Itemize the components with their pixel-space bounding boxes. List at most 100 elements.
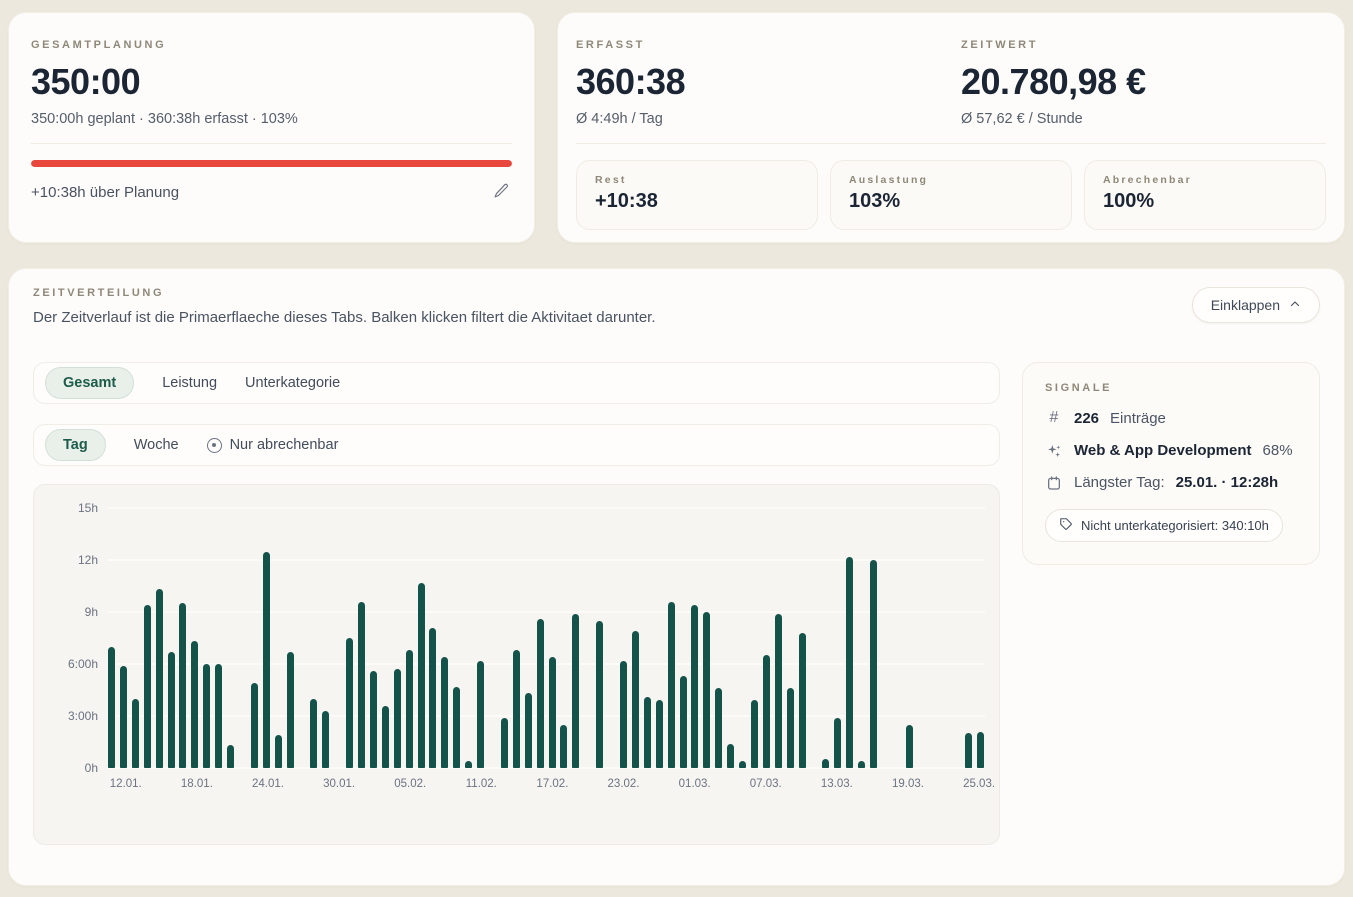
chart-bar[interactable] [429, 627, 437, 768]
tag-icon [1059, 517, 1073, 534]
chart-bar[interactable] [286, 651, 294, 768]
chart-bar[interactable] [619, 660, 627, 768]
chart-bar[interactable] [155, 589, 163, 768]
stat-label: Abrechenbar [1103, 174, 1192, 186]
chevron-up-icon [1289, 297, 1301, 313]
bars-area: 12.01. 18.01. 24.01. 30.01. 05.02. 11.02. 17.0… [108, 508, 995, 790]
chart-bar[interactable] [358, 601, 366, 768]
chart-bar[interactable] [500, 717, 508, 768]
chart-bar[interactable] [631, 631, 639, 768]
chart-bar[interactable] [750, 700, 758, 768]
chart-bar[interactable] [870, 560, 877, 768]
chart-bar[interactable] [762, 655, 770, 768]
y-axis-label: 0h [84, 761, 98, 775]
chart-bar[interactable] [381, 705, 389, 768]
calendar-icon [1045, 475, 1063, 491]
x-axis-label: 01.03. [678, 778, 711, 790]
chart-bar[interactable] [191, 641, 199, 768]
time-distribution-chart: 0h 3:00h 6:00h 9h 12h 15h 12.01. 18.01. 24.01. 30… [33, 484, 1000, 845]
bar-chart-plot: 0h 3:00h 6:00h 9h 12h 15h 12.01. 18.01. 24.01. 30… [68, 501, 995, 790]
chart-bar[interactable] [905, 724, 913, 768]
divider [31, 143, 512, 144]
chart-bar[interactable] [393, 669, 401, 768]
chart-bar[interactable] [417, 582, 425, 768]
billable-only-toggle[interactable]: Nur abrechenbar [206, 437, 338, 453]
granularity-tab-row: Tag Woche Nur abrechenbar [33, 424, 1000, 466]
y-axis-label: 12h [77, 553, 98, 567]
chart-bar[interactable] [536, 618, 544, 768]
chart-bar[interactable] [131, 698, 139, 768]
chart-bar[interactable] [346, 638, 354, 768]
chart-bar[interactable] [274, 735, 282, 768]
chart-bar[interactable] [453, 686, 461, 768]
chart-bar[interactable] [369, 670, 377, 768]
sparkles-icon [1045, 443, 1063, 459]
chart-bar[interactable] [798, 632, 806, 768]
distribution-label: Zeitverteilung [33, 287, 165, 299]
chart-bar[interactable] [679, 676, 687, 768]
chart-bar[interactable] [477, 660, 485, 768]
edit-planning-button[interactable] [491, 180, 512, 204]
chart-bar[interactable] [405, 650, 413, 768]
chart-bar[interactable] [227, 745, 235, 768]
chart-bar[interactable] [643, 696, 651, 768]
chart-bar[interactable] [310, 698, 318, 768]
chart-bar[interactable] [667, 601, 675, 768]
chart-bar[interactable] [977, 731, 985, 768]
tab-woche[interactable]: Woche [134, 437, 179, 453]
chart-bar[interactable] [512, 650, 520, 768]
chart-bar[interactable] [465, 761, 473, 768]
x-axis-label: 23.02. [607, 778, 640, 790]
chart-bar[interactable] [203, 664, 211, 768]
chart-bar[interactable] [596, 620, 604, 768]
chart-bar[interactable] [119, 665, 127, 768]
longest-day-value: 25.01. · 12:28h [1175, 474, 1279, 491]
chart-bar[interactable] [834, 717, 842, 768]
tab-gesamt[interactable]: Gesamt [45, 367, 135, 399]
chart-bar[interactable] [858, 761, 866, 768]
chart-bar[interactable] [167, 651, 175, 768]
chart-bar[interactable] [548, 657, 556, 768]
tab-unterkategorie[interactable]: Unterkategorie [245, 375, 340, 391]
chart-bar[interactable] [250, 683, 258, 768]
chart-bar[interactable] [846, 556, 854, 768]
collapse-button[interactable]: Einklappen [1191, 287, 1320, 323]
x-axis-label: 12.01. [109, 778, 142, 790]
chart-bar[interactable] [262, 551, 270, 768]
chart-bar[interactable] [965, 733, 973, 768]
chart-bar[interactable] [691, 605, 699, 768]
chart-bar[interactable] [655, 700, 663, 768]
chart-bar[interactable] [572, 613, 580, 768]
chart-bar[interactable] [822, 759, 830, 768]
zeitwert-value: 20.780,98 € [961, 61, 1146, 102]
chart-bar[interactable] [322, 710, 330, 768]
over-planning-text: +10:38h über Planung [31, 183, 180, 201]
chart-bar[interactable] [715, 688, 723, 768]
y-axis-label: 3:00h [67, 709, 98, 723]
x-axis-label: 17.02. [536, 778, 569, 790]
chart-bar[interactable] [703, 612, 711, 768]
signals-label: Signale [1045, 382, 1113, 394]
chart-bar[interactable] [215, 664, 223, 768]
erfasst-average: Ø 4:49h / Tag [576, 111, 663, 127]
chart-bar[interactable] [108, 646, 115, 768]
tab-leistung[interactable]: Leistung [162, 375, 217, 391]
chart-bar[interactable] [441, 657, 449, 768]
planned-hours-value: 350:00 [31, 61, 141, 102]
chart-bar[interactable] [143, 605, 151, 768]
chart-bar[interactable] [179, 603, 187, 768]
erfasst-value: 360:38 [576, 61, 686, 102]
chart-bar[interactable] [774, 613, 782, 768]
chart-bar[interactable] [560, 724, 568, 768]
planning-progress-fill [31, 160, 512, 167]
chart-bar[interactable] [739, 761, 747, 768]
chart-bar[interactable] [786, 688, 794, 768]
distribution-description: Der Zeitverlauf ist die Primaerflaeche d… [33, 309, 656, 326]
chart-bar[interactable] [727, 743, 735, 768]
stat-value-rest: +10:38 [595, 190, 658, 212]
tab-tag[interactable]: Tag [45, 429, 106, 461]
stat-card-auslastung: Auslastung 103% [830, 160, 1072, 230]
uncategorized-tag-pill[interactable]: Nicht unterkategorisiert: 340:10h [1045, 509, 1283, 542]
entries-count: 226 [1074, 409, 1100, 427]
chart-bar[interactable] [524, 693, 532, 768]
